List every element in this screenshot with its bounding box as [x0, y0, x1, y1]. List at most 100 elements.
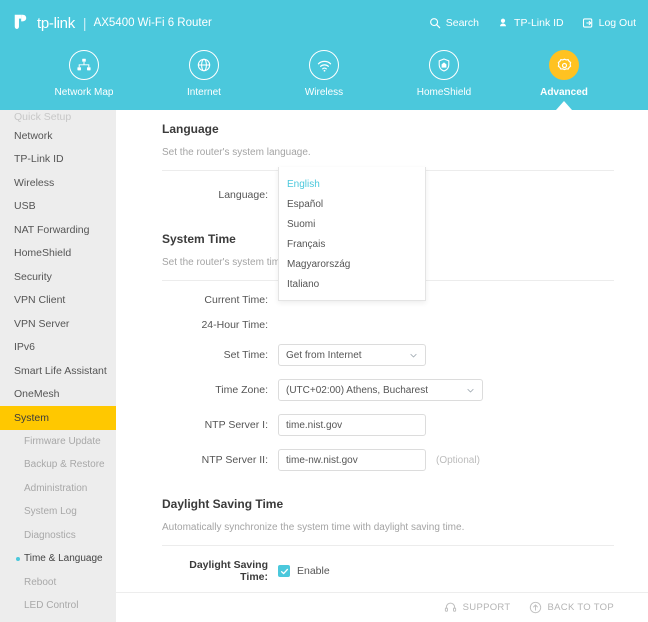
dst-enable-checkbox[interactable] [278, 565, 290, 577]
sidebar-item-onemesh[interactable]: OneMesh [0, 383, 116, 407]
sidebar-sublabel-administration: Administration [24, 482, 88, 494]
language-option-suomi[interactable]: Suomi [279, 214, 425, 234]
page-header: tp-link | AX5400 Wi-Fi 6 Router Search T… [0, 0, 648, 110]
sidebar-sublabel-reboot: Reboot [24, 576, 57, 588]
ntp-server-2-value: time-nw.nist.gov [286, 454, 358, 466]
hour-format-label: 24-Hour Time: [201, 319, 268, 331]
search-button[interactable]: Search [429, 17, 479, 29]
sidebar-item-vpn-server[interactable]: VPN Server [0, 312, 116, 336]
sidebar-label-vpn-client: VPN Client [14, 294, 66, 307]
language-option-italiano[interactable]: Italiano [279, 274, 425, 294]
sidebar-sublabel-backup-restore: Backup & Restore [24, 459, 105, 471]
sidebar-item-vpn-client[interactable]: VPN Client [0, 289, 116, 313]
ntp-server-1-label: NTP Server I: [204, 419, 268, 431]
brand-bar: tp-link | AX5400 Wi-Fi 6 Router Search T… [0, 0, 648, 46]
sidebar-subitem-led-control[interactable]: LED Control [0, 594, 116, 618]
sidebar-subitem-diagnostics[interactable]: Diagnostics [0, 524, 116, 548]
nav-active-pointer [556, 101, 572, 110]
ntp-server-1-input[interactable]: time.nist.gov [278, 414, 426, 436]
language-section-title: Language [162, 122, 219, 136]
nav-label-network-map: Network Map [54, 87, 114, 98]
sidebar-item-network[interactable]: Network [0, 124, 116, 148]
current-page-dot-icon [16, 556, 20, 561]
time-zone-row: Time Zone: (UTC+02:00) Athens, Bucharest [162, 379, 614, 401]
globe-icon [197, 58, 211, 72]
home-shield-icon [438, 58, 450, 72]
sidebar-label-quick-setup: Quick Setup [14, 111, 72, 123]
sidebar-subitem-administration[interactable]: Administration [0, 477, 116, 501]
logout-button[interactable]: Log Out [582, 17, 636, 29]
sidebar-label-system: System [14, 411, 50, 424]
sidebar-item-usb[interactable]: USB [0, 195, 116, 219]
sidebar-item-quick-setup[interactable]: Quick Setup [0, 110, 116, 124]
nav-item-wireless[interactable]: Wireless [281, 50, 367, 98]
dst-enable-checkrow: Enable [278, 565, 330, 577]
current-time-label: Current Time: [204, 294, 268, 306]
nav-label-internet: Internet [187, 87, 221, 98]
sidebar-item-nat-forwarding[interactable]: NAT Forwarding [0, 218, 116, 242]
support-button[interactable]: SUPPORT [444, 601, 511, 614]
sidebar-subitem-firmware-update[interactable]: Firmware Update [0, 430, 116, 454]
dst-section-divider [162, 545, 614, 546]
language-option-suomi-label: Suomi [287, 218, 316, 230]
globe-icon-wrap [189, 50, 219, 80]
back-to-top-button[interactable]: BACK TO TOP [529, 601, 614, 614]
sidebar-item-tplink-id[interactable]: TP-Link ID [0, 148, 116, 172]
gear-icon [557, 58, 571, 70]
language-option-magyarorszag[interactable]: Magyarország [279, 254, 425, 274]
language-option-espanol-label: Español [287, 198, 324, 210]
check-icon [280, 568, 288, 574]
header-actions: Search TP-Link ID Log Out [429, 17, 636, 29]
logout-label: Log Out [598, 17, 636, 29]
sidebar-item-smart-life-assistant[interactable]: Smart Life Assistant [0, 359, 116, 383]
language-option-francais[interactable]: Français [279, 234, 425, 254]
dst-enable-row: Daylight Saving Time: Enable [162, 559, 614, 583]
sidebar-sublabel-firmware-update: Firmware Update [24, 435, 101, 447]
network-map-icon [77, 58, 91, 71]
sidebar-item-homeshield[interactable]: HomeShield [0, 242, 116, 266]
chevron-down-icon [410, 353, 417, 357]
nav-label-wireless: Wireless [304, 87, 344, 98]
chevron-down-icon [467, 388, 474, 392]
sidebar-item-system[interactable]: System [0, 406, 116, 430]
time-zone-select[interactable]: (UTC+02:00) Athens, Bucharest [278, 379, 483, 401]
nav-item-internet[interactable]: Internet [161, 50, 247, 98]
brand-divider: | [82, 15, 87, 31]
tplink-id-button[interactable]: TP-Link ID [497, 17, 564, 29]
set-time-row: Set Time: Get from Internet [162, 344, 614, 366]
search-label: Search [445, 17, 480, 29]
network-map-icon-wrap [69, 50, 99, 80]
sidebar: Quick Setup Network TP-Link ID Wireless … [0, 110, 116, 622]
sidebar-item-security[interactable]: Security [0, 265, 116, 289]
language-option-espanol[interactable]: Español [279, 194, 425, 214]
back-to-top-label: BACK TO TOP [547, 602, 614, 613]
sidebar-item-ipv6[interactable]: IPv6 [0, 336, 116, 360]
sidebar-label-ipv6: IPv6 [14, 341, 36, 354]
sidebar-subitem-system-log[interactable]: System Log [0, 500, 116, 524]
main-navigation: Network Map Internet Wireless HomeShield… [0, 46, 648, 110]
sidebar-label-security: Security [14, 270, 52, 283]
page-footer: SUPPORT BACK TO TOP [116, 592, 648, 622]
set-time-select[interactable]: Get from Internet [278, 344, 426, 366]
sidebar-label-network: Network [14, 129, 53, 142]
sidebar-subitem-time-language[interactable]: Time & Language [0, 547, 116, 571]
language-option-magyarorszag-label: Magyarország [287, 258, 351, 270]
sidebar-subitem-backup-restore[interactable]: Backup & Restore [0, 453, 116, 477]
arrow-up-circle-icon [529, 601, 541, 614]
nav-item-advanced[interactable]: Advanced [521, 50, 607, 110]
language-dropdown-menu[interactable]: English Español Suomi Français Magyarors… [278, 167, 426, 301]
sidebar-subitem-reboot[interactable]: Reboot [0, 571, 116, 595]
nav-item-network-map[interactable]: Network Map [41, 50, 127, 98]
language-option-francais-label: Français [287, 238, 326, 250]
nav-label-advanced: Advanced [540, 87, 588, 98]
language-option-english[interactable]: English [279, 174, 425, 194]
router-admin-page: tp-link | AX5400 Wi-Fi 6 Router Search T… [0, 0, 648, 622]
ntp-server-2-input[interactable]: time-nw.nist.gov [278, 449, 426, 471]
sidebar-label-nat-forwarding: NAT Forwarding [14, 223, 90, 236]
content-area: Language Set the router's system languag… [116, 110, 648, 622]
language-field-label: Language: [218, 189, 268, 201]
nav-item-homeshield[interactable]: HomeShield [401, 50, 487, 98]
router-model-label: AX5400 Wi-Fi 6 Router [93, 17, 212, 29]
sidebar-sublabel-led-control: LED Control [24, 600, 79, 612]
sidebar-item-wireless[interactable]: Wireless [0, 171, 116, 195]
